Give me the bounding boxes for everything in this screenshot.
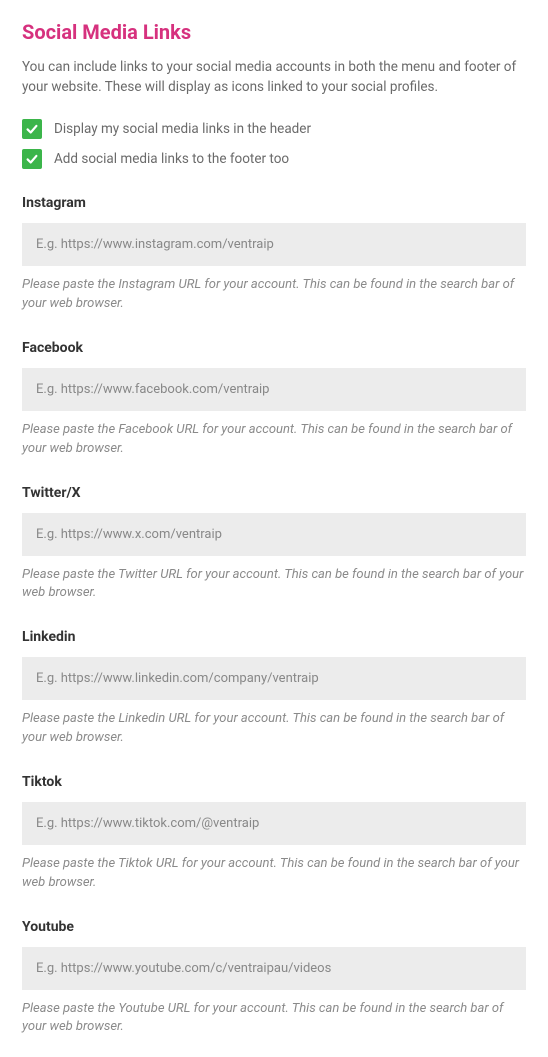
field-group-linkedin: Linkedin Please paste the Linkedin URL f… [22, 629, 526, 748]
youtube-input[interactable] [22, 947, 526, 990]
checkbox-row-footer: Add social media links to the footer too [22, 149, 526, 169]
field-label-instagram: Instagram [22, 195, 526, 211]
page-title: Social Media Links [22, 20, 526, 44]
checkbox-display-header[interactable] [22, 119, 42, 139]
help-text-twitter: Please paste the Twitter URL for your ac… [22, 566, 526, 604]
field-group-instagram: Instagram Please paste the Instagram URL… [22, 195, 526, 314]
linkedin-input[interactable] [22, 657, 526, 700]
instagram-input[interactable] [22, 223, 526, 266]
checkbox-label-header: Display my social media links in the hea… [54, 121, 311, 137]
help-text-youtube: Please paste the Youtube URL for your ac… [22, 1000, 526, 1038]
field-label-linkedin: Linkedin [22, 629, 526, 645]
facebook-input[interactable] [22, 368, 526, 411]
tiktok-input[interactable] [22, 802, 526, 845]
help-text-linkedin: Please paste the Linkedin URL for your a… [22, 710, 526, 748]
checkbox-label-footer: Add social media links to the footer too [54, 151, 289, 167]
field-group-youtube: Youtube Please paste the Youtube URL for… [22, 919, 526, 1038]
field-label-youtube: Youtube [22, 919, 526, 935]
page-description: You can include links to your social med… [22, 58, 526, 97]
field-group-tiktok: Tiktok Please paste the Tiktok URL for y… [22, 774, 526, 893]
checkbox-display-footer[interactable] [22, 149, 42, 169]
help-text-facebook: Please paste the Facebook URL for your a… [22, 421, 526, 459]
field-label-tiktok: Tiktok [22, 774, 526, 790]
field-group-facebook: Facebook Please paste the Facebook URL f… [22, 340, 526, 459]
twitter-input[interactable] [22, 513, 526, 556]
checkbox-row-header: Display my social media links in the hea… [22, 119, 526, 139]
check-icon [25, 152, 39, 166]
field-label-twitter: Twitter/X [22, 485, 526, 501]
field-group-twitter: Twitter/X Please paste the Twitter URL f… [22, 485, 526, 604]
help-text-instagram: Please paste the Instagram URL for your … [22, 276, 526, 314]
field-label-facebook: Facebook [22, 340, 526, 356]
check-icon [25, 122, 39, 136]
help-text-tiktok: Please paste the Tiktok URL for your acc… [22, 855, 526, 893]
